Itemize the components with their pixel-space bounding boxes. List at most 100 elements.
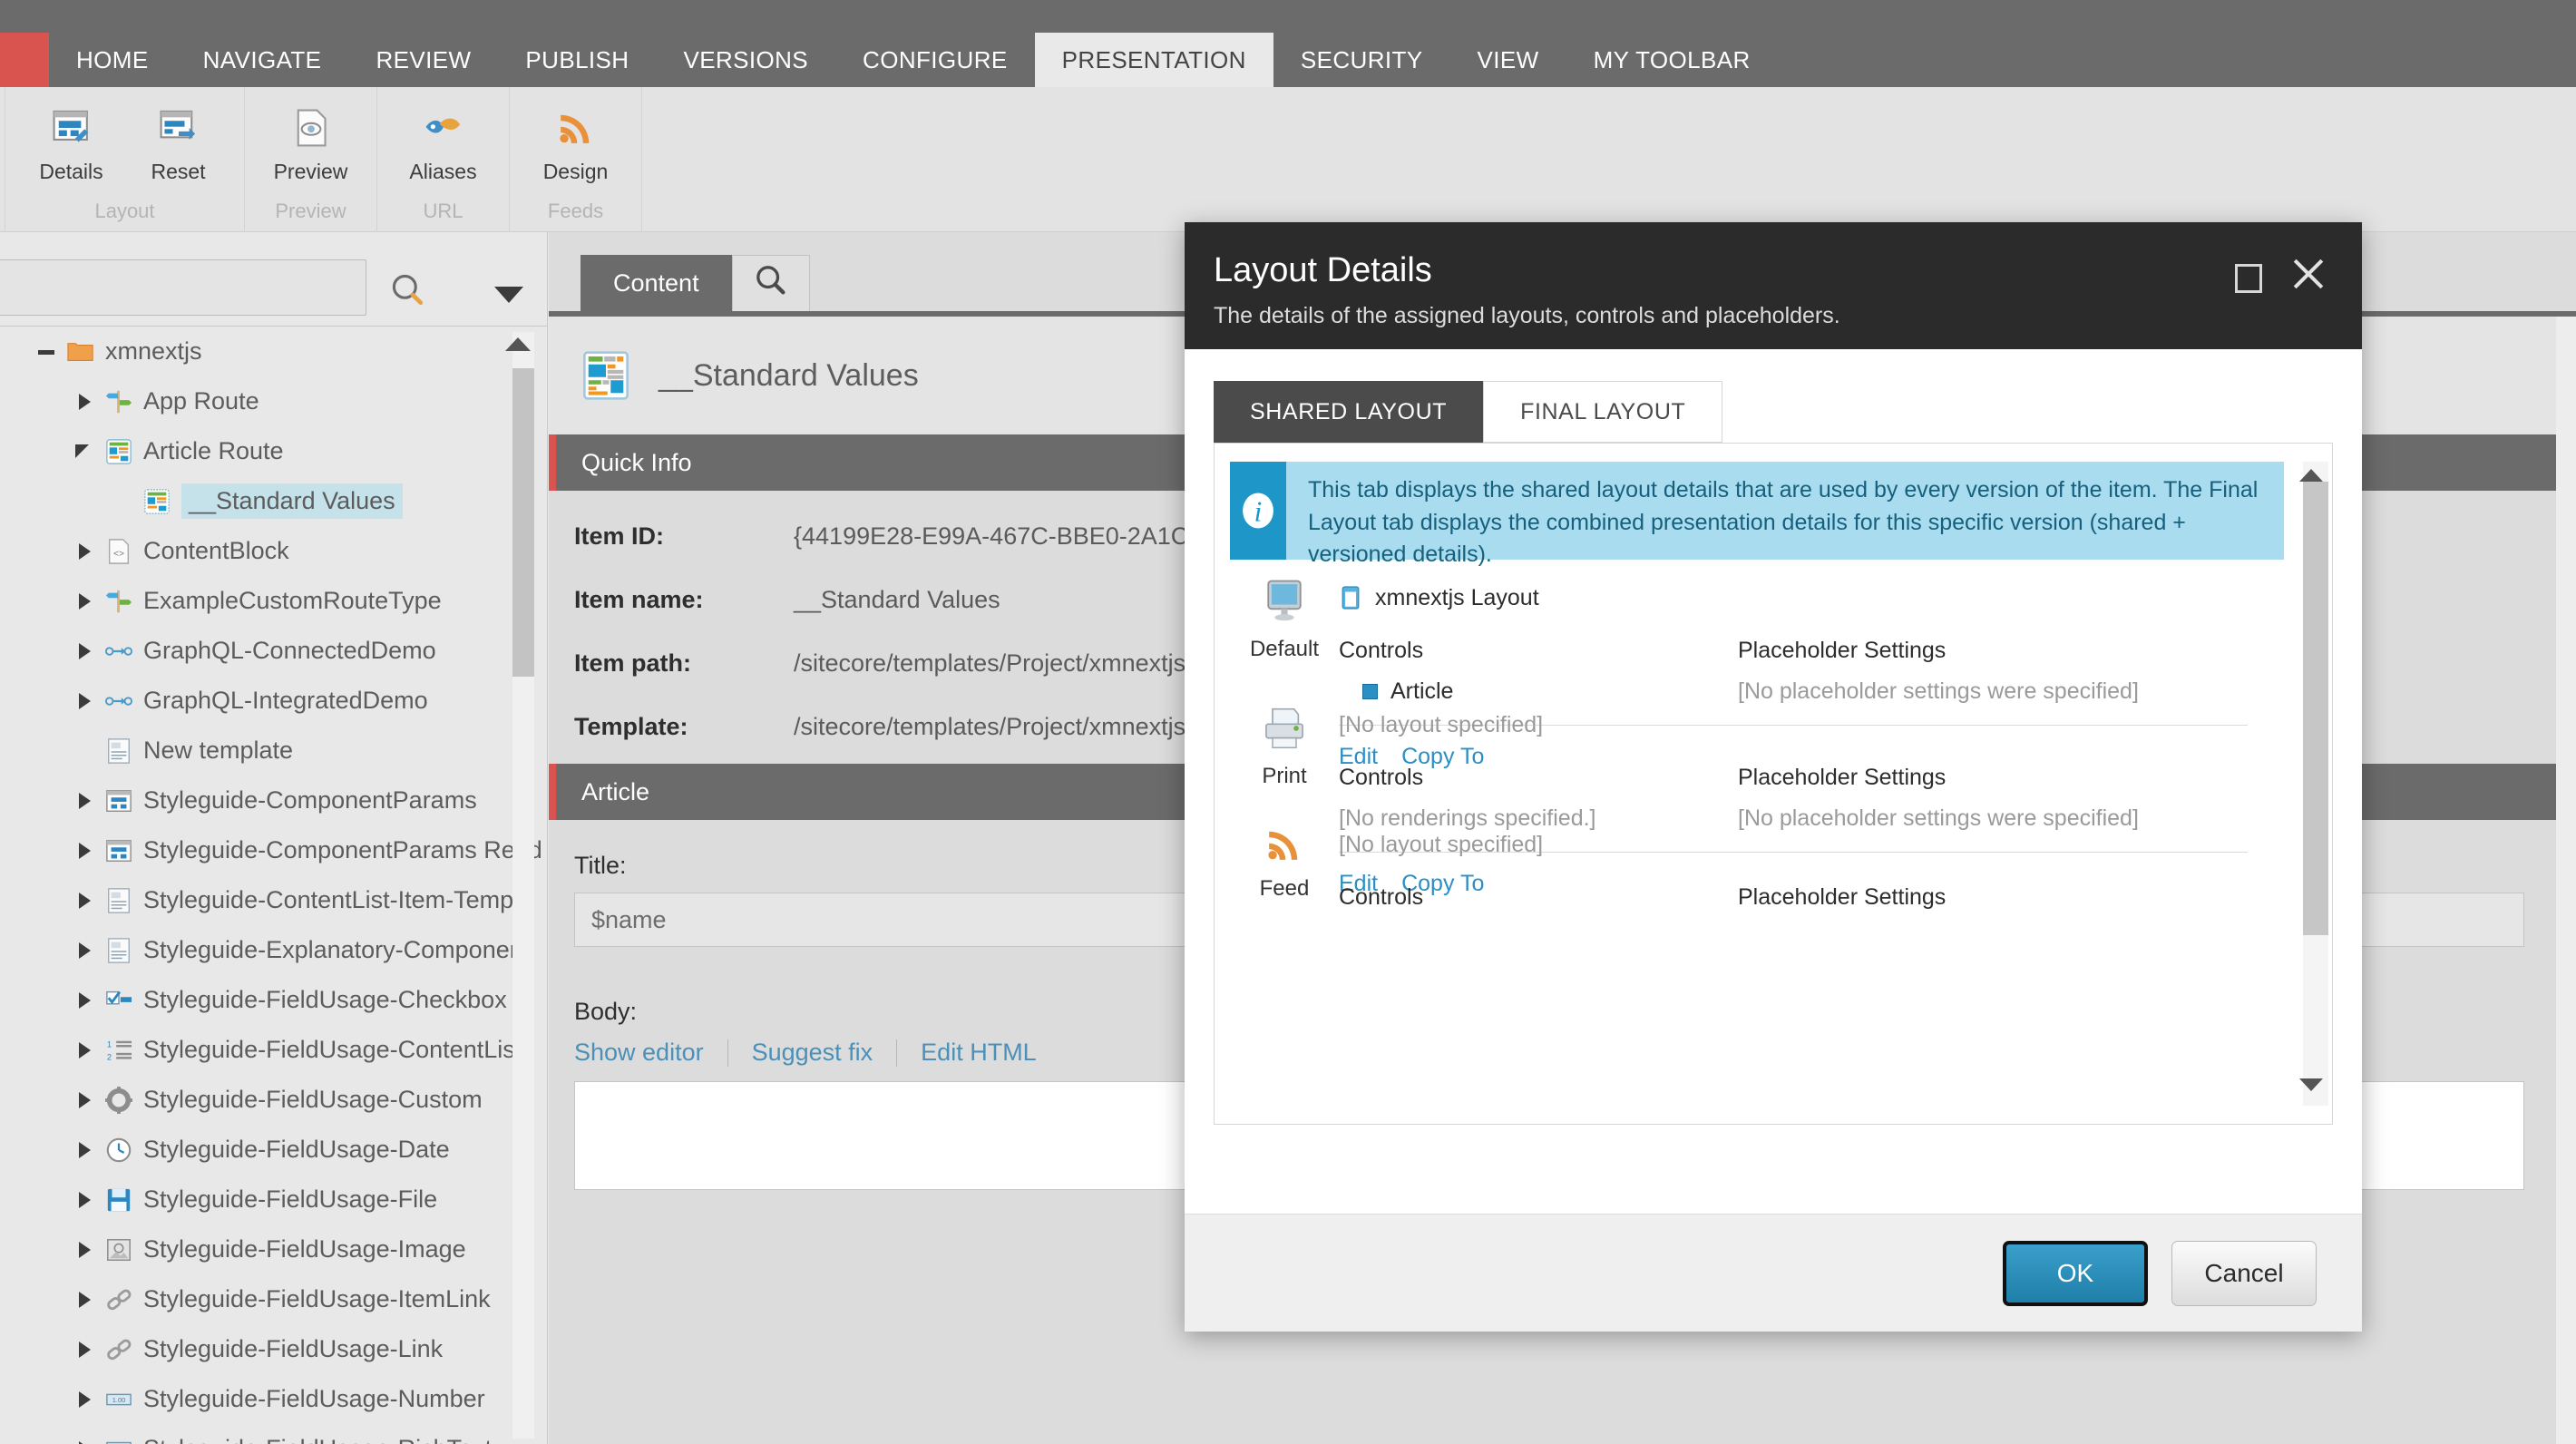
- chevron-right-icon[interactable]: [74, 1189, 96, 1211]
- chevron-right-icon[interactable]: [74, 1039, 96, 1061]
- ribbon-button-design[interactable]: Design: [522, 87, 629, 200]
- tree-item-styleguide-fieldusage-itemlink[interactable]: Styleguide-FieldUsage-ItemLink: [0, 1274, 548, 1324]
- control-label: Article: [1390, 678, 1454, 704]
- ribbon-tab-security[interactable]: SECURITY: [1273, 33, 1450, 87]
- ribbon-tab-configure[interactable]: CONFIGURE: [835, 33, 1035, 87]
- chevron-right-icon[interactable]: [74, 840, 96, 862]
- ribbon-button-preview[interactable]: Preview: [258, 87, 365, 200]
- ribbon-tab-presentation[interactable]: PRESENTATION: [1034, 33, 1273, 87]
- ribbon-button-reset[interactable]: Reset: [125, 87, 232, 200]
- device-name: Default: [1249, 637, 1320, 661]
- chevron-right-icon[interactable]: [74, 1089, 96, 1111]
- body-action-edit-html[interactable]: Edit HTML: [897, 1039, 1060, 1067]
- quick-info-label: Template:: [574, 713, 688, 740]
- gear-icon: [105, 1086, 132, 1114]
- tree-scrollbar-thumb[interactable]: [512, 368, 534, 677]
- ribbon-button-aliases[interactable]: Aliases: [390, 87, 497, 200]
- ribbon-tab-label: PRESENTATION: [1061, 45, 1246, 73]
- chevron-right-icon[interactable]: [74, 1239, 96, 1261]
- chevron-right-icon[interactable]: [74, 940, 96, 961]
- ribbon-accent-block: [0, 33, 49, 87]
- placeholder-column: Placeholder Settings: [1738, 884, 2248, 925]
- tree-item-contentblock[interactable]: <> ContentBlock: [0, 526, 548, 576]
- tree-item-standard-values[interactable]: __Standard Values: [0, 476, 548, 526]
- tab-final-layout[interactable]: FINAL LAYOUT: [1483, 381, 1723, 443]
- tree-item-styleguide-fieldusage-custom[interactable]: Styleguide-FieldUsage-Custom: [0, 1075, 548, 1125]
- device-icon-column: Default: [1230, 578, 1339, 662]
- tree-item-article-route[interactable]: Article Route: [0, 426, 548, 476]
- chevron-right-icon[interactable]: [74, 1289, 96, 1311]
- controls-title: Controls: [1339, 765, 1424, 790]
- tree-item-xmnextjs[interactable]: xmnextjs: [0, 327, 548, 376]
- tree-item-examplecustomroutetype[interactable]: ExampleCustomRouteType: [0, 576, 548, 626]
- tree-item-styleguide-fieldusage-file[interactable]: Styleguide-FieldUsage-File: [0, 1175, 548, 1224]
- tab-shared-layout[interactable]: SHARED LAYOUT: [1214, 381, 1484, 443]
- ribbon-tab-my-toolbar[interactable]: MY TOOLBAR: [1566, 33, 1778, 87]
- code-doc-icon: <>: [105, 538, 132, 565]
- body-action-show-editor[interactable]: Show editor: [574, 1039, 727, 1067]
- chevron-right-icon[interactable]: [74, 1139, 96, 1161]
- search-input[interactable]: [0, 259, 366, 316]
- tree-item-styleguide-fieldusage-contentlist[interactable]: 1 2 Styleguide-FieldUsage-ContentList: [0, 1025, 548, 1075]
- tree-item-styleguide-explanatory-component[interactable]: Styleguide-Explanatory-Component: [0, 925, 548, 975]
- tree-item-app-route[interactable]: App Route: [0, 376, 548, 426]
- device-layout-row[interactable]: xmnextjs Layout: [1339, 578, 2248, 618]
- ribbon-tab-home[interactable]: HOME: [49, 33, 176, 87]
- placeholder-title: Placeholder Settings: [1738, 638, 1947, 663]
- quick-info-value: /sitecore/templates/Project/xmnextjs/A: [794, 713, 1209, 740]
- tree-item-graphql-integrateddemo[interactable]: GraphQL-IntegratedDemo: [0, 676, 548, 726]
- control-item[interactable]: Article: [1339, 678, 1738, 705]
- tree-item-styleguide-fieldusage-richtext[interactable]: Styleguide-FieldUsage-RichText: [0, 1424, 548, 1444]
- chevron-right-icon[interactable]: [74, 1339, 96, 1361]
- tab-search[interactable]: [731, 255, 810, 311]
- chevron-right-icon[interactable]: [74, 391, 96, 413]
- ribbon-tab-publish[interactable]: PUBLISH: [498, 33, 656, 87]
- tree-arrow-placeholder: [74, 740, 96, 762]
- tree-item-styleguide-fieldusage-number[interactable]: 1.00 Styleguide-FieldUsage-Number: [0, 1374, 548, 1424]
- tree-item-styleguide-fieldusage-checkbox[interactable]: Styleguide-FieldUsage-Checkbox: [0, 975, 548, 1025]
- body-action-suggest-fix[interactable]: Suggest fix: [728, 1039, 897, 1067]
- tree-scroll-up-icon[interactable]: [505, 337, 531, 351]
- tree-item-styleguide-componentparams[interactable]: Styleguide-ComponentParams: [0, 776, 548, 825]
- close-icon[interactable]: [2289, 255, 2327, 293]
- chevron-right-icon[interactable]: [74, 1439, 96, 1444]
- chevron-down-icon[interactable]: [494, 287, 523, 303]
- dialog-scrollbar-thumb[interactable]: [2303, 482, 2328, 935]
- chevron-right-icon[interactable]: [74, 640, 96, 662]
- scroll-up-icon[interactable]: [2299, 469, 2323, 482]
- info-banner: i This tab displays the shared layout de…: [1230, 462, 2284, 567]
- tree-item-label: Styleguide-ComponentParams Rend: [143, 836, 542, 863]
- dialog-body-panel: i This tab displays the shared layout de…: [1214, 443, 2333, 1125]
- content-scrollbar[interactable]: [2556, 317, 2576, 1444]
- chevron-right-icon[interactable]: [74, 690, 96, 712]
- collapse-icon[interactable]: [36, 341, 58, 363]
- tree-item-new-template[interactable]: New template: [0, 726, 548, 776]
- tree-item-graphql-connecteddemo[interactable]: GraphQL-ConnectedDemo: [0, 626, 548, 676]
- tree-item-styleguide-contentlist-item-templa[interactable]: Styleguide-ContentList-Item-Templa: [0, 875, 548, 925]
- ribbon-tab-versions[interactable]: VERSIONS: [656, 33, 835, 87]
- ribbon-tab-navigate[interactable]: NAVIGATE: [176, 33, 349, 87]
- tree-item-styleguide-fieldusage-date[interactable]: Styleguide-FieldUsage-Date: [0, 1125, 548, 1175]
- tree-item-styleguide-fieldusage-link[interactable]: Styleguide-FieldUsage-Link: [0, 1324, 548, 1374]
- chevron-right-icon[interactable]: [74, 590, 96, 612]
- chevron-down-icon[interactable]: [74, 441, 96, 463]
- chevron-right-icon[interactable]: [74, 890, 96, 912]
- ribbon-tab-review[interactable]: REVIEW: [348, 33, 498, 87]
- ribbon-button-label: Aliases: [409, 160, 477, 183]
- ribbon-tab-view[interactable]: VIEW: [1450, 33, 1566, 87]
- ribbon-button-details[interactable]: Details: [18, 87, 125, 200]
- tree-item-styleguide-fieldusage-image[interactable]: Styleguide-FieldUsage-Image: [0, 1224, 548, 1274]
- chevron-right-icon[interactable]: [74, 541, 96, 562]
- scroll-down-icon[interactable]: [2299, 1078, 2323, 1091]
- maximize-icon[interactable]: [2235, 264, 2262, 293]
- svg-text:1.00: 1.00: [112, 1395, 126, 1403]
- chevron-right-icon[interactable]: [74, 1389, 96, 1410]
- tab-content[interactable]: Content: [581, 255, 732, 311]
- search-icon[interactable]: [388, 270, 428, 315]
- chevron-right-icon[interactable]: [74, 990, 96, 1011]
- preview-page-icon: [291, 103, 331, 152]
- chevron-right-icon[interactable]: [74, 790, 96, 812]
- ok-button[interactable]: OK: [2003, 1240, 2148, 1306]
- cancel-button[interactable]: Cancel: [2171, 1240, 2317, 1306]
- tree-item-styleguide-componentparams-rend[interactable]: Styleguide-ComponentParams Rend: [0, 825, 548, 875]
